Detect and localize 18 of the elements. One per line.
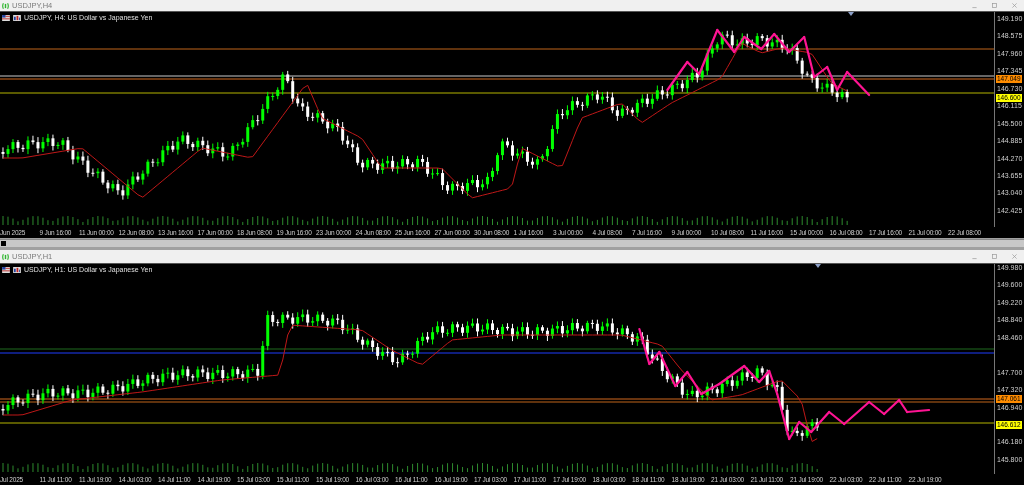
close-icon [1010, 2, 1018, 9]
hand-drawn-annotation[interactable] [638, 327, 931, 441]
maximize-button[interactable] [989, 252, 999, 261]
chart-type-icon [13, 267, 21, 273]
close-icon [1010, 253, 1018, 260]
scroll-thumb[interactable] [1, 241, 6, 246]
maximize-button[interactable] [989, 1, 999, 10]
maximize-icon [990, 253, 998, 260]
app-icon [2, 1, 9, 10]
flag-icon [2, 15, 10, 21]
chart-type-icon [13, 15, 21, 21]
maximize-icon [990, 2, 998, 9]
horizontal-scrollbar[interactable] [0, 239, 1024, 247]
app-icon [2, 252, 9, 261]
flag-icon [2, 267, 10, 273]
close-button[interactable] [1009, 1, 1019, 10]
close-button[interactable] [1009, 252, 1019, 261]
hand-drawn-annotation[interactable] [666, 28, 871, 97]
